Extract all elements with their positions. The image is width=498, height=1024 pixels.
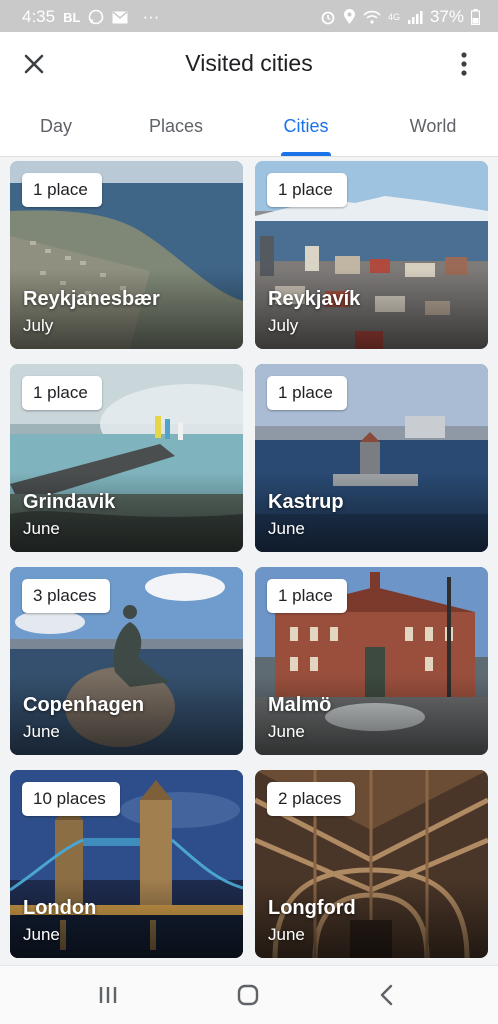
tab-label: World <box>409 115 457 136</box>
more-options-button[interactable] <box>450 49 478 79</box>
city-card-malmo[interactable]: 1 place Malmö June <box>255 567 488 755</box>
location-icon <box>343 9 356 25</box>
city-card-reykjanesbaer[interactable]: 1 place Reykjanesbær July <box>10 161 243 349</box>
carrier-label: BL <box>63 9 81 25</box>
tab-label: Cities <box>283 115 329 136</box>
place-count-badge: 10 places <box>22 782 120 816</box>
wifi-icon <box>363 10 381 24</box>
battery-percent: 37% <box>429 7 464 26</box>
city-card-london[interactable]: 10 places London June <box>10 770 243 958</box>
tab-places[interactable]: Places <box>112 96 240 156</box>
place-count-badge: 2 places <box>267 782 356 816</box>
city-month: June <box>268 925 305 944</box>
city-card-reykjavik[interactable]: 1 place Reykjavík July <box>255 161 488 349</box>
place-count-badge: 1 place <box>267 173 347 207</box>
app-bar: Visited cities <box>0 32 498 96</box>
status-right: 4G 37% <box>320 7 480 27</box>
recent-apps-icon <box>99 987 117 1003</box>
recent-apps-button[interactable] <box>93 980 123 1010</box>
page-title: Visited cities <box>185 50 313 76</box>
battery-icon <box>471 9 480 25</box>
status-bar: 4:35 BL ··· 4G 37% <box>0 0 498 32</box>
status-left: 4:35 BL ··· <box>22 7 159 27</box>
city-name: Longford <box>268 897 356 919</box>
city-month: June <box>268 519 305 538</box>
tab-label: Day <box>39 115 72 136</box>
mail-icon <box>112 10 128 24</box>
home-button[interactable] <box>233 980 263 1010</box>
place-count-badge: 3 places <box>22 579 111 613</box>
whatsapp-icon <box>88 9 104 25</box>
city-month: July <box>268 316 299 335</box>
city-month: June <box>23 925 60 944</box>
tab-label: Places <box>148 115 204 136</box>
city-name: Grindavik <box>23 491 116 513</box>
more-vert-icon <box>461 52 467 76</box>
city-month: July <box>23 316 54 335</box>
city-month: June <box>23 722 60 741</box>
tab-world[interactable]: World <box>372 96 494 156</box>
system-nav-bar <box>0 965 498 1024</box>
city-name: London <box>23 897 97 919</box>
city-card-longford[interactable]: 2 places Longford June <box>255 770 488 958</box>
alarm-icon <box>320 9 336 25</box>
place-count-badge: 1 place <box>22 376 102 410</box>
city-name: Kastrup <box>268 491 344 513</box>
place-count-badge: 1 place <box>22 173 102 207</box>
more-notifications-dots: ··· <box>142 7 160 26</box>
city-month: June <box>268 722 305 741</box>
network-type-label: 4G <box>387 12 400 22</box>
tab-day[interactable]: Day <box>0 96 112 156</box>
city-card-kastrup[interactable]: 1 place Kastrup June <box>255 364 488 552</box>
place-count-badge: 1 place <box>267 579 347 613</box>
cities-grid: 1 place Reykjanesbær July 1 place Reykja… <box>0 157 498 965</box>
status-time: 4:35 <box>22 7 56 26</box>
back-icon <box>380 984 393 1006</box>
tab-bar: Day Places Cities World <box>0 96 498 157</box>
city-card-grindavik[interactable]: 1 place Grindavik June <box>10 364 243 552</box>
tab-indicator <box>281 152 331 156</box>
city-name: Reykjavík <box>268 288 361 310</box>
city-name: Reykjanesbær <box>23 288 160 310</box>
back-button[interactable] <box>372 980 402 1010</box>
home-icon <box>237 984 259 1006</box>
signal-icon <box>407 10 423 24</box>
city-name: Copenhagen <box>23 694 145 716</box>
city-card-copenhagen[interactable]: 3 places Copenhagen June <box>10 567 243 755</box>
city-name: Malmö <box>268 694 332 716</box>
city-month: June <box>23 519 60 538</box>
place-count-badge: 1 place <box>267 376 347 410</box>
tab-cities[interactable]: Cities <box>240 96 372 156</box>
